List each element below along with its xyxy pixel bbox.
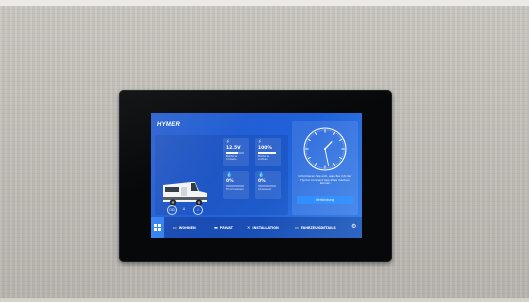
bottom-nav: ▭ WOHNEN ▬ PRIVAT ✕ INSTALLATION ▭ FAHRZEUGD… — [151, 217, 362, 238]
clock-tick — [307, 156, 311, 160]
clock-tick — [332, 131, 336, 135]
stat-card-battery-body[interactable]: ⚡ 100% Batterie Aufbau — [255, 138, 281, 166]
clock-tick — [332, 130, 334, 133]
clock-tick — [314, 131, 318, 135]
nav-label: FAHRZEUGDETAILS — [300, 226, 336, 230]
clock-tick — [311, 162, 313, 164]
quick-button-info[interactable]: i — [193, 205, 203, 215]
bed-icon: ▬ — [214, 225, 218, 230]
quick-button-a[interactable]: A — [180, 205, 188, 213]
clock-tick — [314, 163, 318, 167]
clock-tick — [339, 137, 342, 139]
sofa-icon: ▭ — [173, 225, 177, 230]
gear-icon[interactable]: ⚙ — [351, 224, 357, 230]
clock-tick — [306, 156, 309, 158]
brand-text: HYMER — [157, 122, 181, 128]
clock-tick — [335, 163, 337, 166]
clock-panel: Informieren Sie sich, was Sie mit der Hy… — [292, 121, 358, 215]
drop-icon: 💧 — [258, 172, 265, 178]
stat-label: Batterie Chassis — [226, 154, 238, 162]
clock-tick — [308, 159, 311, 161]
clock-tick — [308, 137, 311, 139]
clock-tick — [339, 138, 343, 142]
clock-tick — [307, 138, 311, 142]
grid-icon-cell — [154, 228, 157, 231]
minute-hand — [324, 148, 329, 167]
clock-tick — [339, 159, 342, 161]
stat-label: Frischwasser — [226, 187, 244, 191]
clock-tick — [337, 162, 339, 164]
clock-tick — [337, 134, 339, 136]
clock-tick — [313, 163, 315, 166]
clock-tick — [316, 165, 318, 168]
nav-privat[interactable]: ▬ PRIVAT — [214, 217, 233, 238]
stat-label: Abwasser — [258, 187, 272, 191]
nav-label: INSTALLATION — [252, 226, 279, 230]
clock-tick — [316, 130, 318, 133]
vehicle-status-panel: ⚡ 12.5V Batterie Chassis ⚡ 100% Batterie… — [155, 135, 288, 215]
clock-tick — [311, 134, 313, 136]
clock-tick — [339, 156, 343, 160]
clock-tick — [310, 135, 312, 137]
drop-icon: 💧 — [226, 172, 233, 178]
touch-screen: HYMER ⚡ 12.5V Batterie Chassis ⚡ 100% Ba… — [151, 113, 362, 238]
nav-fahrzeugdetails[interactable]: ▭ FAHRZEUGDETAILS — [295, 217, 336, 238]
quick-button-od[interactable]: OD — [167, 205, 177, 215]
grid-icon-cell — [158, 224, 161, 227]
stat-card-waste-water[interactable]: 💧 0% Abwasser — [255, 171, 281, 199]
stat-value: 100% — [258, 146, 272, 151]
stat-value: 12.5V — [226, 146, 241, 151]
clock-tick — [310, 161, 312, 163]
grid-icon-cell — [158, 228, 161, 231]
nav-wohnen[interactable]: ▭ WOHNEN — [173, 217, 196, 238]
stat-value: 0% — [226, 179, 234, 184]
lightning-icon: ⚡ — [226, 139, 230, 145]
home-grid-button[interactable] — [151, 217, 164, 238]
stat-label: Batterie Aufbau — [258, 154, 270, 162]
app-info-text: Informieren Sie sich, was Sie mit der Hy… — [298, 174, 352, 186]
clock-tick — [341, 140, 344, 142]
analog-clock — [303, 127, 347, 171]
nav-label: WOHNEN — [178, 226, 196, 230]
stat-card-fresh-water[interactable]: 💧 0% Frischwasser — [223, 171, 249, 199]
stat-card-battery-chassis[interactable]: ⚡ 12.5V Batterie Chassis — [223, 138, 249, 166]
nav-label: PRIVAT — [219, 226, 233, 230]
clock-tick — [306, 140, 309, 142]
stat-value: 0% — [258, 179, 266, 184]
clock-tick — [332, 163, 336, 167]
clock-tick — [341, 156, 344, 158]
lightning-icon: ⚡ — [258, 139, 262, 145]
clock-tick — [338, 135, 340, 137]
clock-tick — [332, 165, 334, 168]
car-icon: ▭ — [295, 225, 299, 230]
hymer-logo: HYMER — [157, 122, 180, 128]
hour-hand — [324, 141, 333, 150]
camper-van-image — [163, 182, 207, 206]
grid-icon — [154, 224, 157, 227]
clock-tick — [313, 132, 315, 135]
connect-button[interactable]: Verbindung — [297, 196, 353, 204]
floor-strip — [0, 298, 529, 302]
clock-tick — [338, 161, 340, 163]
clock-tick — [335, 132, 337, 135]
ceiling-strip — [0, 0, 529, 6]
wrench-icon: ✕ — [247, 225, 251, 230]
nav-installation[interactable]: ✕ INSTALLATION — [247, 217, 279, 238]
